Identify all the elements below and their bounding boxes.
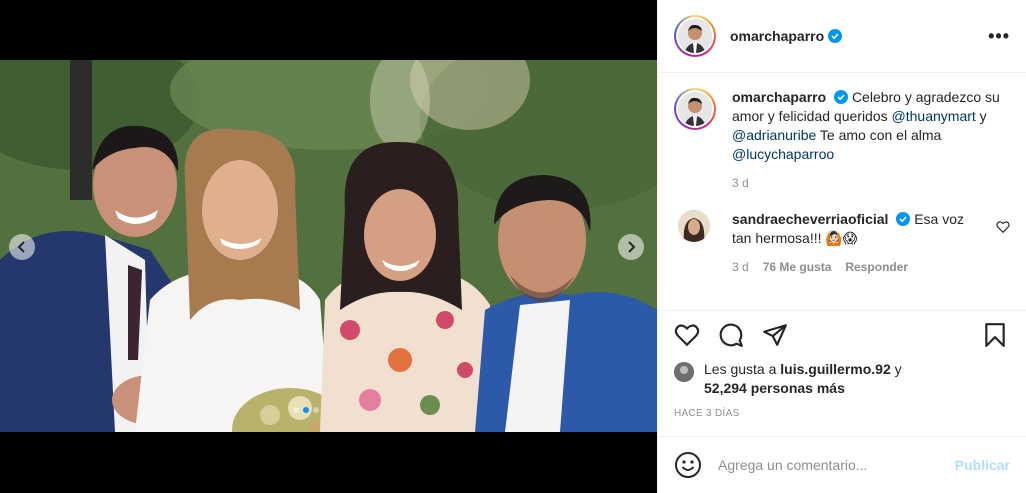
comment: sandraecheverriaoficial Esa voz tan herm…: [674, 210, 1010, 248]
mention-link[interactable]: @thuanymart: [892, 108, 976, 124]
comments-section: omarchaparro Celebro y agradezco su amor…: [674, 88, 1010, 274]
action-bar: [658, 310, 1026, 360]
carousel-indicator: [293, 407, 319, 413]
likes-prefix: Les gusta a: [704, 361, 781, 377]
previous-slide-button[interactable]: [9, 234, 35, 260]
next-slide-button[interactable]: [618, 234, 644, 260]
commenter-username[interactable]: sandraecheverriaoficial: [732, 211, 888, 227]
emoji-icon[interactable]: [674, 451, 702, 479]
caption-text-part: Te amo con el alma: [816, 127, 942, 143]
avatar-image: [678, 19, 712, 53]
comment-input[interactable]: [718, 457, 955, 473]
like-button[interactable]: [674, 322, 702, 350]
bookmark-icon: [985, 322, 1005, 347]
liker-avatar[interactable]: [674, 362, 694, 382]
caption-age: 3 d: [732, 176, 749, 190]
chevron-left-icon: [17, 241, 25, 253]
caption-text-part: y: [975, 108, 987, 124]
mention-link[interactable]: @adrianuribe: [732, 127, 816, 143]
likes-middle: y: [890, 361, 902, 377]
carousel-dot-active: [303, 407, 309, 413]
author-username[interactable]: omarchaparro: [730, 28, 824, 44]
comment-meta: 3 d 76 Me gusta Responder: [732, 260, 1010, 274]
publish-button[interactable]: Publicar: [955, 457, 1010, 473]
reply-button[interactable]: Responder: [845, 260, 908, 274]
heart-icon: [674, 323, 700, 346]
comment-button[interactable]: [718, 322, 746, 350]
caption-username[interactable]: omarchaparro: [732, 89, 826, 105]
comment-bubble-icon: [719, 323, 743, 347]
share-button[interactable]: [762, 322, 790, 350]
caption-avatar[interactable]: [674, 88, 716, 130]
comment-age: 3 d: [732, 260, 749, 274]
chevron-right-icon: [628, 241, 636, 253]
verified-badge-icon: [834, 90, 849, 104]
more-options-button[interactable]: •••: [988, 26, 1010, 47]
carousel-dot: [313, 407, 319, 413]
comment-emojis: 🙆🏻😱: [825, 230, 858, 246]
paper-plane-icon: [763, 323, 787, 346]
post-photo[interactable]: [0, 60, 657, 432]
verified-badge-icon: [896, 212, 911, 226]
save-button[interactable]: [982, 322, 1010, 350]
post-timestamp[interactable]: HACE 3 DÍAS: [674, 408, 740, 419]
comment-likes[interactable]: 76 Me gusta: [763, 260, 832, 274]
caption: omarchaparro Celebro y agradezco su amor…: [674, 88, 1010, 164]
post-panel: omarchaparro ••• omarchaparro Celebro y …: [657, 0, 1026, 493]
author-avatar[interactable]: [674, 15, 716, 57]
like-comment-icon[interactable]: [996, 220, 1010, 234]
post-header: omarchaparro •••: [658, 0, 1026, 73]
caption-text: omarchaparro Celebro y agradezco su amor…: [732, 88, 1002, 164]
wedding-photo: [0, 60, 657, 432]
liker-username[interactable]: luis.guillermo.92: [780, 361, 890, 377]
comment-text: sandraecheverriaoficial Esa voz tan herm…: [732, 210, 972, 248]
carousel-dot: [293, 407, 299, 413]
likes-summary: Les gusta a luis.guillermo.92 y 52,294 p…: [674, 360, 1010, 398]
avatar-image: [678, 92, 712, 126]
post-media: [0, 0, 657, 493]
mention-link[interactable]: @lucychaparroo: [732, 146, 834, 162]
commenter-avatar[interactable]: [678, 210, 710, 242]
likes-others[interactable]: 52,294 personas más: [704, 380, 845, 396]
add-comment-bar: Publicar: [658, 436, 1026, 493]
verified-badge-icon: [828, 29, 843, 43]
